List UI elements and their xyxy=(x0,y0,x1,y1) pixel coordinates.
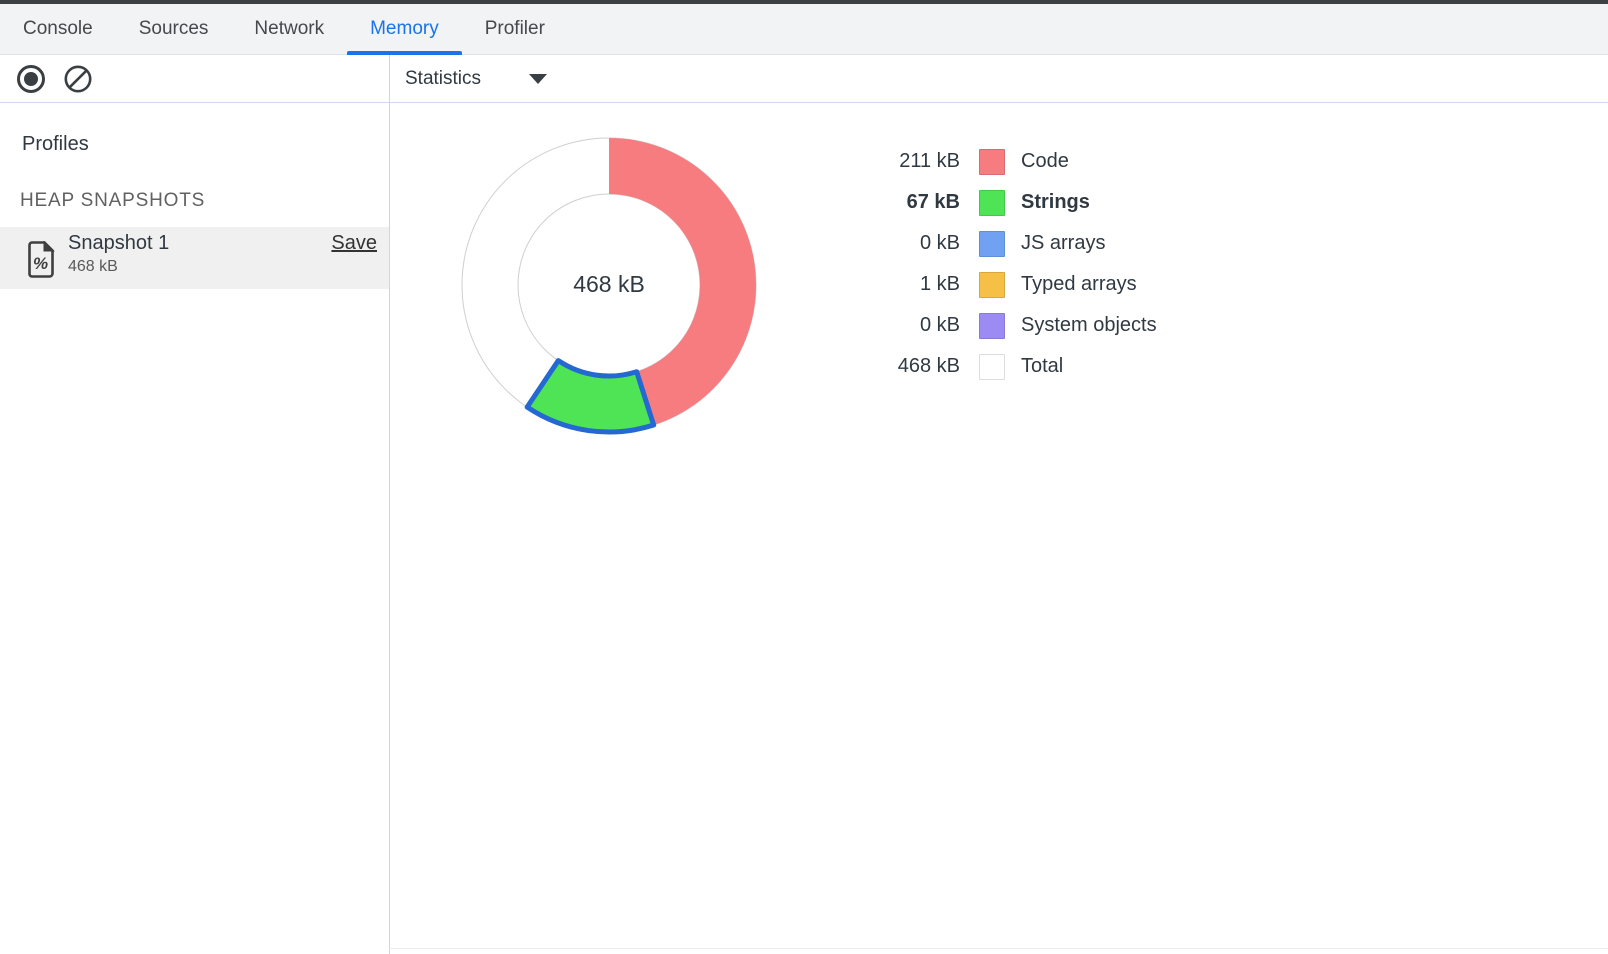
legend-value: 211 kB xyxy=(840,150,960,173)
donut-center-label: 468 kB xyxy=(509,271,709,298)
sidebar-divider[interactable] xyxy=(389,55,390,954)
chart-legend: 211 kB Code 67 kB Strings 0 kB JS arrays 1 kB T… xyxy=(840,141,1157,387)
tab-memory[interactable]: Memory xyxy=(347,4,462,54)
legend-swatch-code xyxy=(979,149,1005,175)
legend-label: JS arrays xyxy=(1021,232,1105,255)
caret-down-icon xyxy=(529,74,547,84)
svg-text:%: % xyxy=(33,254,48,273)
save-snapshot-link[interactable]: Save xyxy=(331,232,377,255)
legend-swatch-system-objects xyxy=(979,313,1005,339)
legend-row-js-arrays[interactable]: 0 kB JS arrays xyxy=(840,223,1157,264)
tab-profiler[interactable]: Profiler xyxy=(462,4,568,54)
clear-all-icon xyxy=(64,65,92,93)
heap-snapshot-document-icon: % xyxy=(28,241,55,278)
legend-label: Typed arrays xyxy=(1021,273,1137,296)
profiles-heading: Profiles xyxy=(22,133,89,156)
snapshot-size: 468 kB xyxy=(68,258,118,276)
legend-label: System objects xyxy=(1021,314,1157,337)
tab-console[interactable]: Console xyxy=(0,4,116,54)
clear-profiles-button[interactable] xyxy=(64,65,92,93)
perspective-dropdown[interactable]: Statistics xyxy=(405,55,547,103)
legend-value: 67 kB xyxy=(840,191,960,214)
record-icon xyxy=(17,65,45,93)
legend-label: Strings xyxy=(1021,191,1090,214)
donut-segment-strings[interactable] xyxy=(527,361,654,432)
legend-label: Code xyxy=(1021,150,1069,173)
perspective-dropdown-label: Statistics xyxy=(405,68,481,90)
legend-row-typed-arrays[interactable]: 1 kB Typed arrays xyxy=(840,264,1157,305)
legend-value: 1 kB xyxy=(840,273,960,296)
legend-row-total[interactable]: 468 kB Total xyxy=(840,346,1157,387)
legend-swatch-strings xyxy=(979,190,1005,216)
legend-swatch-js-arrays xyxy=(979,231,1005,257)
profiles-sidebar: Profiles HEAP SNAPSHOTS % Snapshot 1 468… xyxy=(0,103,389,954)
devtools-tab-bar: Console Sources Network Memory Profiler xyxy=(0,4,1608,55)
legend-row-strings[interactable]: 67 kB Strings xyxy=(840,182,1157,223)
legend-value: 0 kB xyxy=(840,314,960,337)
legend-label: Total xyxy=(1021,355,1063,378)
snapshot-title: Snapshot 1 xyxy=(68,232,169,255)
legend-swatch-typed-arrays xyxy=(979,272,1005,298)
tab-sources[interactable]: Sources xyxy=(116,4,232,54)
snapshot-list-item[interactable]: % Snapshot 1 468 kB Save xyxy=(0,227,389,289)
record-heap-snapshot-button[interactable] xyxy=(17,65,45,93)
tab-network[interactable]: Network xyxy=(231,4,347,54)
heap-snapshots-heading: HEAP SNAPSHOTS xyxy=(20,190,205,212)
memory-toolbar: Statistics xyxy=(0,55,1608,103)
legend-row-system-objects[interactable]: 0 kB System objects xyxy=(840,305,1157,346)
legend-value: 0 kB xyxy=(840,232,960,255)
legend-swatch-total xyxy=(979,354,1005,380)
legend-value: 468 kB xyxy=(840,355,960,378)
legend-row-code[interactable]: 211 kB Code xyxy=(840,141,1157,182)
